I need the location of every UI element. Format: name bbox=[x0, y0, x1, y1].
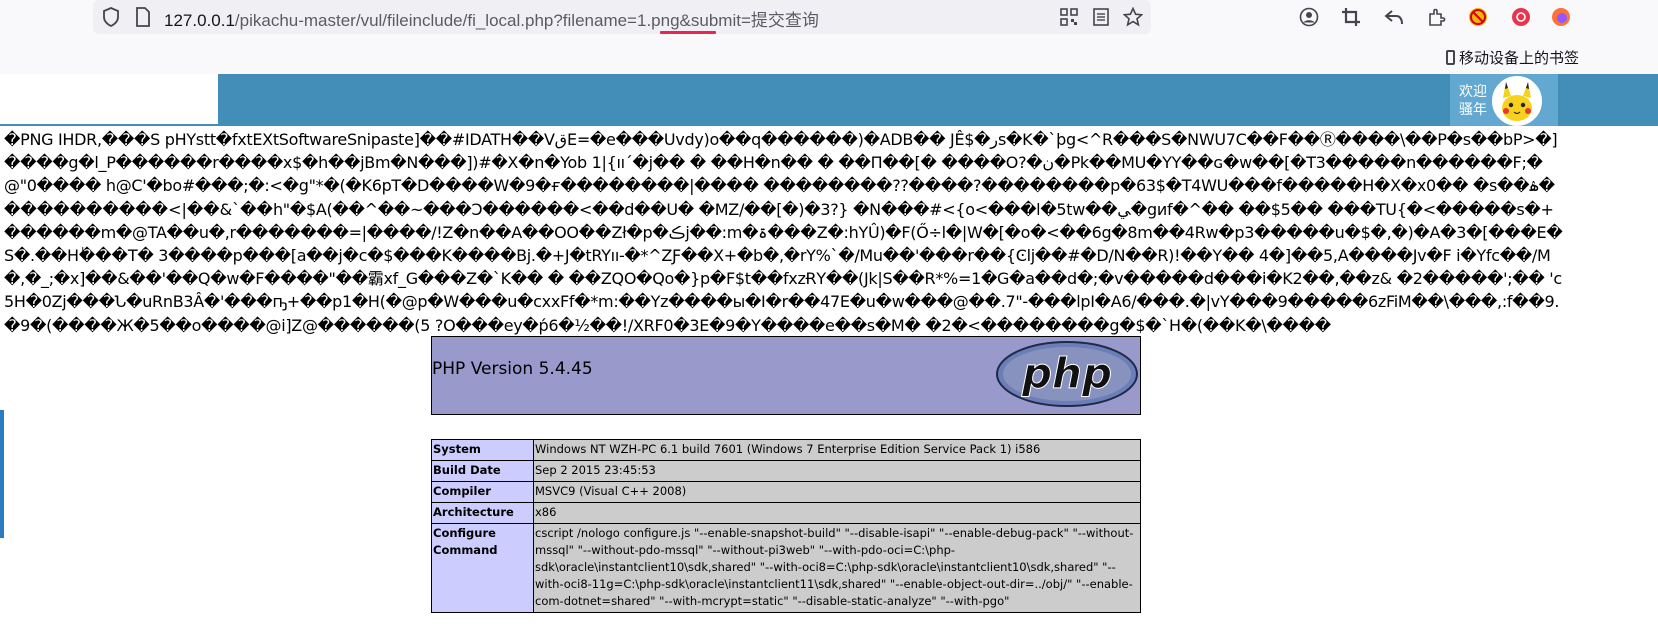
page-icon[interactable] bbox=[132, 6, 154, 28]
phpinfo-key: Compiler bbox=[431, 481, 534, 503]
phpinfo-row: System Windows NT WZH-PC 6.1 build 7601 (… bbox=[431, 439, 1141, 461]
phpinfo-key: Configure Command bbox=[431, 523, 534, 613]
phpinfo-value: cscript /nologo configure.js "--enable-s… bbox=[533, 523, 1141, 613]
php-version-title: PHP Version 5.4.45 bbox=[432, 359, 593, 379]
url-text[interactable]: 127.0.0.1/pikachu-master/vul/fileinclude… bbox=[164, 6, 819, 31]
phpinfo-value: Sep 2 2015 23:45:53 bbox=[533, 460, 1141, 482]
pikachu-avatar[interactable] bbox=[1492, 76, 1542, 126]
phpinfo-row: Build Date Sep 2 2015 23:45:53 bbox=[431, 460, 1141, 482]
phpinfo-key: System bbox=[431, 439, 534, 461]
phpinfo-key: Architecture bbox=[431, 502, 534, 524]
undo-arrow-icon[interactable] bbox=[1383, 6, 1405, 28]
phpinfo-key: Build Date bbox=[431, 460, 534, 482]
phpinfo-row: Configure Command cscript /nologo configu… bbox=[431, 523, 1141, 613]
reader-view-icon[interactable] bbox=[1090, 6, 1112, 28]
bookmark-star-icon[interactable] bbox=[1122, 6, 1144, 28]
mobile-bookmarks-link[interactable]: 移动设备上的书签 bbox=[1446, 47, 1579, 68]
qr-code-icon[interactable] bbox=[1058, 6, 1080, 28]
account-icon[interactable] bbox=[1298, 6, 1320, 28]
firefox-icon[interactable] bbox=[1550, 6, 1572, 28]
red-extension-icon[interactable] bbox=[1510, 6, 1532, 28]
left-edge-bar bbox=[0, 410, 4, 538]
phpinfo-row: Compiler MSVC9 (Visual C++ 2008) bbox=[431, 481, 1141, 503]
mobile-bookmarks-label: 移动设备上的书签 bbox=[1459, 50, 1580, 67]
phpinfo-value: MSVC9 (Visual C++ 2008) bbox=[533, 481, 1141, 503]
blocked-extension-icon[interactable] bbox=[1467, 6, 1489, 28]
url-path: /pikachu-master/vul/fileinclude/fi_local… bbox=[234, 11, 819, 30]
mobile-device-icon bbox=[1446, 50, 1455, 65]
php-logo[interactable]: php bbox=[996, 341, 1138, 412]
crop-screenshot-icon[interactable] bbox=[1340, 6, 1362, 28]
phpinfo-value: Windows NT WZH-PC 6.1 build 7601 (Window… bbox=[533, 439, 1141, 461]
site-header bbox=[0, 74, 1658, 126]
extensions-icon[interactable] bbox=[1426, 6, 1448, 28]
url-host: 127.0.0.1 bbox=[164, 11, 235, 30]
phpinfo-value: x86 bbox=[533, 502, 1141, 524]
php-logo-text: php bbox=[1021, 349, 1112, 398]
shield-icon[interactable] bbox=[100, 6, 122, 28]
included-file-garbled-output: �PNG IHDR,���S pHYstt�fxtEXtSoftwareSnip… bbox=[4, 130, 1563, 335]
header-logo-area bbox=[0, 74, 218, 124]
phpinfo-row: Architecture x86 bbox=[431, 502, 1141, 524]
phpinfo-table: System Windows NT WZH-PC 6.1 build 7601 (… bbox=[431, 439, 1141, 613]
url-underline-mark bbox=[660, 31, 716, 34]
